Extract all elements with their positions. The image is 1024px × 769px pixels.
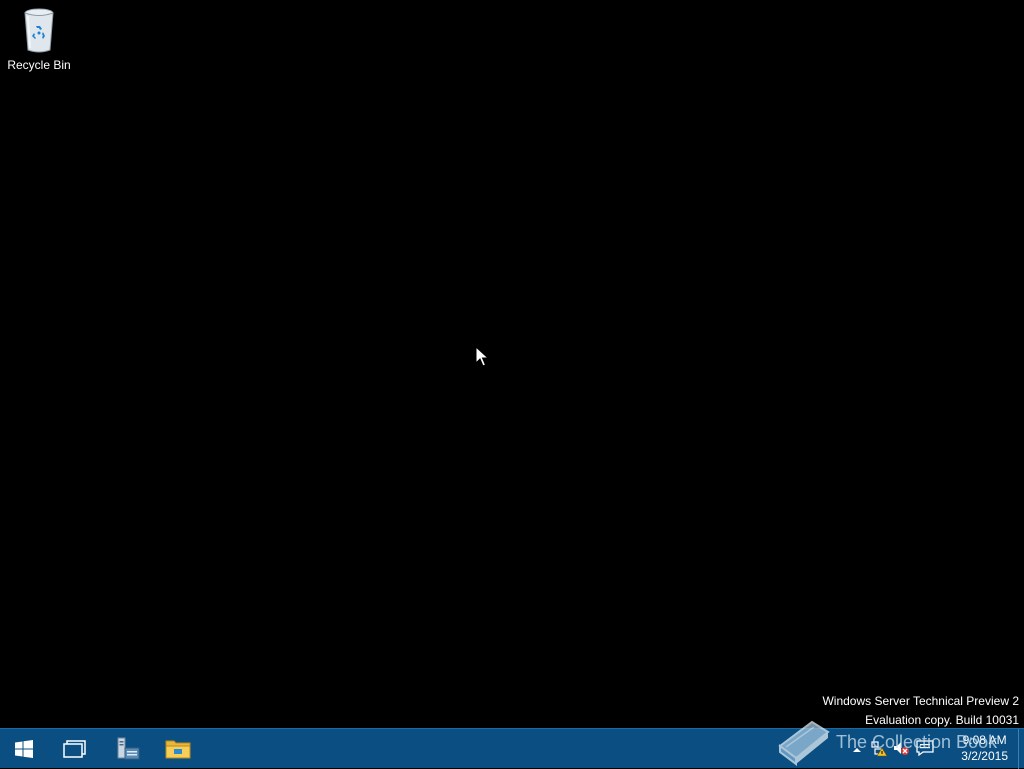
recycle-bin-icon [24, 8, 54, 53]
network-warning-icon[interactable] [870, 739, 888, 757]
taskbar: 9:08 AM 3/2/2015 [0, 728, 1024, 769]
task-view-button[interactable] [51, 729, 99, 769]
taskbar-clock[interactable]: 9:08 AM 3/2/2015 [961, 732, 1008, 764]
folder-icon [165, 740, 191, 759]
watermark-line-1: Windows Server Technical Preview 2 [822, 694, 1019, 708]
action-center-icon[interactable] [916, 739, 934, 757]
volume-muted-icon[interactable] [892, 739, 910, 757]
server-manager-icon [117, 737, 140, 760]
clock-date: 3/2/2015 [961, 749, 1008, 763]
clock-time: 9:08 AM [962, 733, 1007, 747]
show-desktop-button[interactable] [1018, 729, 1024, 769]
desktop-icon-recycle-bin[interactable]: Recycle Bin [4, 6, 74, 72]
os-watermark: Windows Server Technical Preview 2 Evalu… [822, 692, 1019, 730]
system-tray: 9:08 AM 3/2/2015 [848, 729, 1024, 769]
windows-start-icon [15, 740, 33, 758]
server-manager-button[interactable] [104, 729, 152, 769]
start-button[interactable] [0, 729, 48, 769]
chevron-up-icon[interactable] [850, 743, 864, 757]
desktop-icon-label: Recycle Bin [7, 58, 71, 72]
file-explorer-button[interactable] [154, 729, 202, 769]
task-view-icon [63, 740, 86, 758]
mouse-cursor-icon [475, 346, 489, 367]
desktop[interactable]: Recycle Bin Windows Server Technical Pre… [0, 0, 1024, 728]
